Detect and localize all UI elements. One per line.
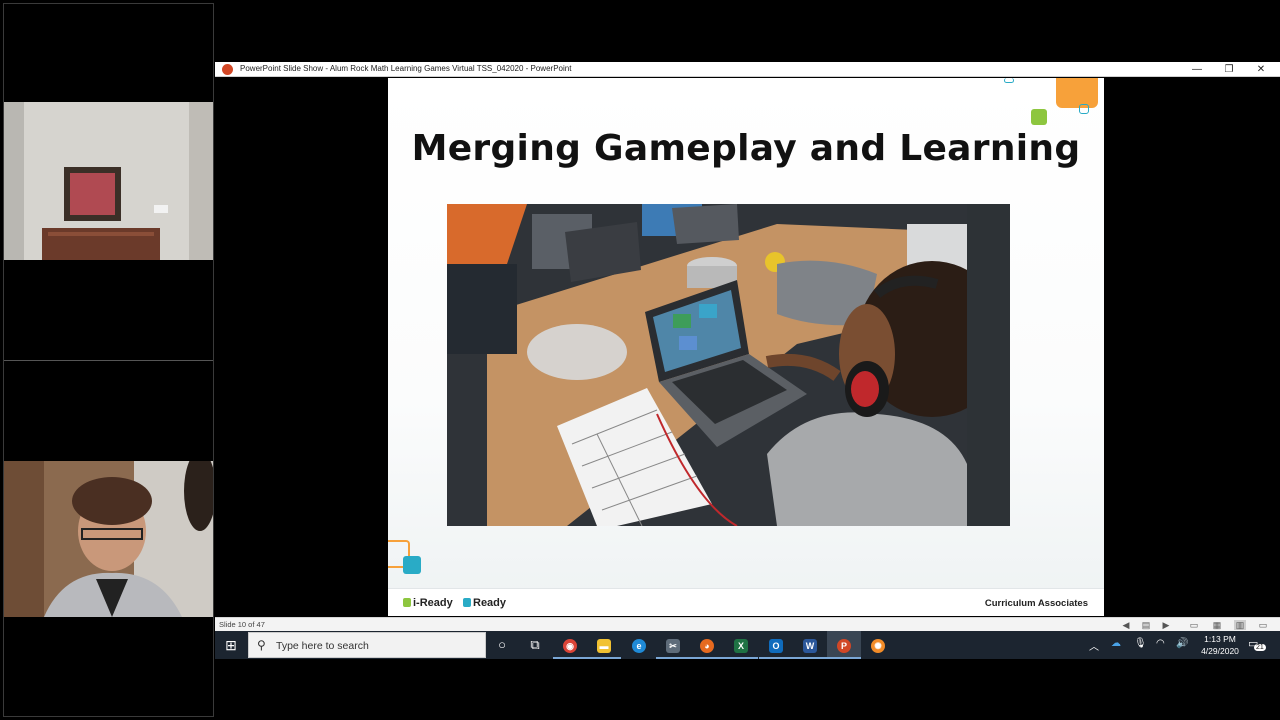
slide-show-icon[interactable]: ▭ <box>1257 620 1269 630</box>
participant-video-tile[interactable] <box>4 4 213 361</box>
slide-counter: Slide 10 of 47 <box>219 620 265 629</box>
slide-title: Merging Gameplay and Learning <box>411 128 1081 169</box>
close-button[interactable]: ✕ <box>1247 62 1275 77</box>
decorative-square <box>1056 78 1098 108</box>
firefox-icon[interactable]: ◕ <box>690 631 724 659</box>
microphone-icon[interactable]: 🎙 <box>1134 638 1147 649</box>
next-slide-icon[interactable]: ▶ <box>1160 620 1172 630</box>
onedrive-icon[interactable]: ☁ <box>1111 638 1121 649</box>
search-icon: ⚲ <box>257 638 266 652</box>
decorative-square <box>1031 109 1047 125</box>
window-titlebar[interactable]: PowerPoint Slide Show - Alum Rock Math L… <box>215 62 1280 77</box>
decorative-square <box>403 556 421 574</box>
slide-footer: i-Ready Ready Curriculum Associates <box>388 588 1104 616</box>
zoom-app-icon[interactable]: ✺ <box>861 631 895 659</box>
classroom-photo <box>447 204 1010 526</box>
system-clock[interactable]: 1:13 PM 4/29/2020 <box>1195 633 1245 657</box>
iready-logo-text: i-Ready <box>413 597 453 609</box>
ready-logo-text: Ready <box>473 597 507 609</box>
snipping-tool-icon[interactable]: ✂ <box>656 631 690 659</box>
participant-person-image <box>4 461 213 617</box>
file-explorer-icon[interactable]: ▬ <box>587 631 621 659</box>
volume-icon[interactable]: 🔊 <box>1176 638 1188 649</box>
chevron-up-icon[interactable]: ︿ <box>1089 638 1099 653</box>
video-participants-panel <box>3 3 214 717</box>
participant-video-tile[interactable] <box>4 361 213 716</box>
clock-time: 1:13 PM <box>1204 634 1236 644</box>
powerpoint-app-icon <box>222 64 233 75</box>
restore-button[interactable]: ❐ <box>1215 62 1243 77</box>
status-bar: Slide 10 of 47 ◀ ▤ ▶ ▭ ▦ ▥ ▭ <box>215 617 1280 632</box>
start-button[interactable]: ⊞ <box>215 631 247 659</box>
normal-view-icon[interactable]: ▭ <box>1188 620 1200 630</box>
powerpoint-icon[interactable]: P <box>827 631 861 659</box>
slide-sorter-icon[interactable]: ▦ <box>1211 620 1223 630</box>
slide-menu-icon[interactable]: ▤ <box>1140 620 1152 630</box>
decorative-square <box>1079 104 1089 114</box>
cortana-icon[interactable]: ○ <box>485 631 519 659</box>
window-title: PowerPoint Slide Show - Alum Rock Math L… <box>240 64 572 73</box>
iready-logo: i-Ready <box>403 597 453 609</box>
outlook-icon[interactable]: O <box>759 631 793 659</box>
participant-camera-feed <box>4 461 213 617</box>
chrome-icon[interactable]: ◉ <box>553 631 587 659</box>
reading-view-icon[interactable]: ▥ <box>1234 620 1246 630</box>
word-icon[interactable]: W <box>793 631 827 659</box>
decorative-square <box>1004 78 1014 83</box>
task-view-icon[interactable]: ⧉ <box>518 631 552 659</box>
ready-logo: Ready <box>463 597 506 609</box>
room-scene-image <box>4 102 213 260</box>
search-box[interactable]: ⚲ Type here to search <box>248 632 486 658</box>
clock-date: 4/29/2020 <box>1201 646 1239 656</box>
participant-camera-feed <box>4 102 213 260</box>
minimize-button[interactable]: — <box>1183 62 1211 77</box>
slide-canvas[interactable]: Merging Gameplay and Learning i-Ready Re… <box>388 78 1104 616</box>
windows-taskbar: ⊞ ⚲ Type here to search ○ ⧉ ◉ ▬ e ✂ ◕ X … <box>215 631 1280 659</box>
notification-center-icon[interactable]: ▭ 21 <box>1248 637 1266 651</box>
powerpoint-window: PowerPoint Slide Show - Alum Rock Math L… <box>215 62 1280 632</box>
edge-icon[interactable]: e <box>622 631 656 659</box>
excel-icon[interactable]: X <box>724 631 758 659</box>
notification-count: 21 <box>1254 644 1266 651</box>
curriculum-associates-brand: Curriculum Associates <box>984 598 1088 609</box>
wifi-icon[interactable]: ◠ <box>1156 638 1165 649</box>
search-placeholder: Type here to search <box>276 640 369 652</box>
previous-slide-icon[interactable]: ◀ <box>1120 620 1132 630</box>
